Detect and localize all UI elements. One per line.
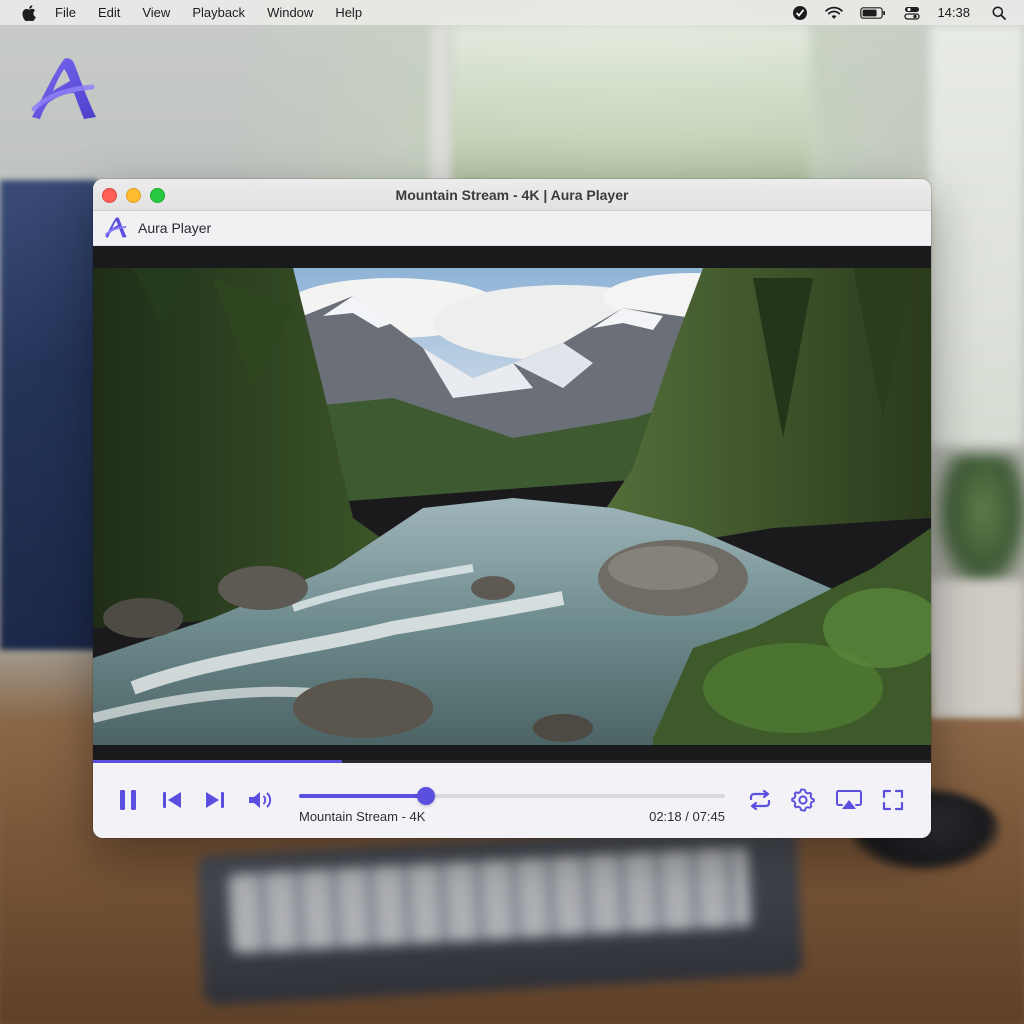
menu-view[interactable]: View bbox=[142, 5, 170, 20]
seek-bar-thumb[interactable] bbox=[416, 787, 435, 805]
video-frame[interactable] bbox=[93, 268, 931, 745]
seek-bar-played bbox=[299, 794, 426, 798]
battery-icon[interactable] bbox=[859, 4, 887, 22]
next-button[interactable] bbox=[202, 787, 228, 813]
previous-icon bbox=[163, 792, 181, 808]
search-icon[interactable] bbox=[990, 4, 1008, 22]
background-plant bbox=[935, 455, 1024, 595]
previous-button[interactable] bbox=[159, 787, 185, 813]
wifi-icon[interactable] bbox=[825, 4, 844, 22]
zoom-window-button[interactable] bbox=[150, 188, 165, 203]
volume-button[interactable] bbox=[246, 787, 276, 813]
window-titlebar[interactable]: Mountain Stream - 4K | Aura Player bbox=[93, 179, 931, 211]
app-name: Aura Player bbox=[138, 220, 212, 236]
playback-controls: Mountain Stream - 4K 02:18 / 07:45 bbox=[93, 763, 931, 838]
background-right-window bbox=[930, 25, 1024, 445]
player-window: Mountain Stream - 4K | Aura Player Aura … bbox=[93, 179, 931, 838]
app-logo-icon bbox=[104, 216, 128, 240]
volume-icon bbox=[249, 792, 272, 808]
menubar-clock[interactable]: 14:38 bbox=[937, 5, 970, 20]
window-title: Mountain Stream - 4K | Aura Player bbox=[395, 186, 629, 203]
settings-button[interactable] bbox=[790, 787, 816, 813]
focus-icon[interactable] bbox=[791, 4, 809, 22]
repeat-icon bbox=[749, 789, 771, 811]
minimize-window-button[interactable] bbox=[126, 188, 141, 203]
airplay-button[interactable] bbox=[834, 787, 864, 813]
desktop-background: File Edit View Playback Window Help 14:3… bbox=[0, 0, 1024, 1024]
close-window-button[interactable] bbox=[102, 188, 117, 203]
settings-icon bbox=[791, 788, 815, 812]
pause-button[interactable] bbox=[115, 787, 141, 813]
airplay-icon bbox=[836, 790, 862, 809]
repeat-button[interactable] bbox=[746, 787, 774, 813]
menu-edit[interactable]: Edit bbox=[98, 5, 120, 20]
status-area: 14:38 bbox=[791, 0, 1024, 25]
aura-logo-icon bbox=[28, 55, 100, 125]
video-scene-image bbox=[93, 268, 931, 745]
menu-help[interactable]: Help bbox=[335, 5, 362, 20]
background-pot bbox=[930, 580, 1024, 720]
apple-menu-icon[interactable] bbox=[19, 0, 39, 25]
background-window-blur bbox=[450, 25, 810, 195]
menu-bar: File Edit View Playback Window Help 14:3… bbox=[0, 0, 1024, 25]
next-icon bbox=[206, 792, 224, 808]
pause-icon bbox=[120, 790, 136, 810]
time-display: 02:18 / 07:45 bbox=[649, 809, 725, 824]
window-controls bbox=[102, 188, 174, 203]
menu-file[interactable]: File bbox=[55, 5, 76, 20]
background-monitor bbox=[0, 180, 100, 650]
control-center-icon[interactable] bbox=[903, 4, 921, 22]
seek-bar[interactable] bbox=[299, 787, 725, 805]
track-title: Mountain Stream - 4K bbox=[299, 809, 426, 824]
video-area[interactable] bbox=[93, 246, 931, 763]
menu-playback[interactable]: Playback bbox=[192, 5, 245, 20]
menu-window[interactable]: Window bbox=[267, 5, 313, 20]
fullscreen-icon bbox=[882, 789, 904, 811]
app-header: Aura Player bbox=[93, 211, 931, 246]
fullscreen-button[interactable] bbox=[880, 787, 906, 813]
